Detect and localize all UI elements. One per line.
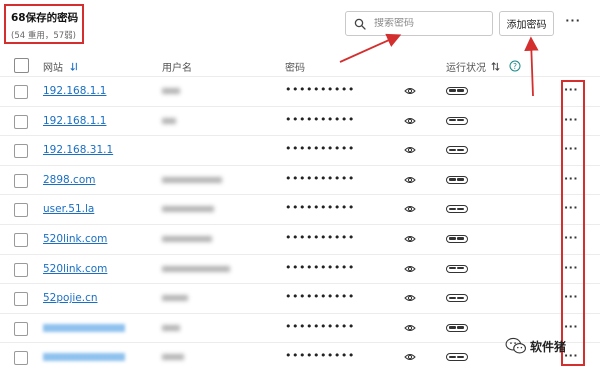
row-checkbox[interactable]	[14, 203, 28, 218]
site-link[interactable]: user.51.la	[43, 203, 94, 215]
eye-icon[interactable]	[404, 145, 416, 155]
health-status-icon	[446, 294, 468, 303]
health-status-icon	[446, 353, 468, 362]
column-label-password: 密码	[285, 62, 305, 74]
health-status-icon	[446, 205, 468, 214]
table-row[interactable]: user.51.la •••••••••• ···	[0, 194, 600, 224]
row-checkbox[interactable]	[14, 321, 28, 336]
column-header-username: 用户名	[162, 56, 192, 76]
wechat-icon	[505, 337, 526, 354]
blurred-username	[162, 117, 176, 124]
column-header-status[interactable]: 运行状况 ?	[446, 56, 521, 76]
eye-icon[interactable]	[404, 293, 416, 303]
row-checkbox[interactable]	[14, 144, 28, 159]
blurred-username	[162, 206, 214, 213]
row-checkbox[interactable]	[14, 351, 28, 366]
site-link[interactable]: 192.168.1.1	[43, 115, 106, 127]
health-status-icon	[446, 264, 468, 273]
help-icon[interactable]: ?	[509, 60, 521, 72]
site-link[interactable]: 520link.com	[43, 263, 107, 275]
row-checkbox[interactable]	[14, 262, 28, 277]
page-title: 68保存的密码	[11, 12, 79, 24]
eye-icon[interactable]	[404, 234, 416, 244]
page-subtitle: (54 重用，57弱)	[11, 31, 76, 41]
watermark-text: 软件猪	[530, 339, 567, 354]
eye-icon[interactable]	[404, 86, 416, 96]
title-annotation-box: 68保存的密码 (54 重用，57弱)	[4, 4, 84, 44]
site-link[interactable]: 520link.com	[43, 233, 107, 245]
table-row[interactable]: 192.168.31.1 •••••••••• ···	[0, 135, 600, 165]
select-all-checkbox[interactable]	[14, 58, 29, 73]
blurred-username	[162, 265, 230, 272]
column-label-username: 用户名	[162, 62, 192, 74]
eye-icon[interactable]	[404, 204, 416, 214]
health-status-icon	[446, 146, 468, 155]
masked-password: ••••••••••	[285, 83, 355, 96]
page-header: 68保存的密码 (54 重用，57弱) 添加密码 ···	[0, 0, 600, 50]
masked-password: ••••••••••	[285, 171, 355, 185]
search-icon	[354, 18, 366, 30]
health-status-icon	[446, 323, 468, 332]
masked-password: ••••••••••	[285, 290, 355, 304]
eye-icon[interactable]	[404, 116, 416, 126]
eye-icon[interactable]	[404, 352, 416, 362]
row-checkbox[interactable]	[14, 114, 28, 129]
masked-password: ••••••••••	[285, 142, 355, 156]
health-status-icon	[446, 234, 468, 243]
eye-icon[interactable]	[404, 264, 416, 274]
blurred-username	[162, 295, 188, 302]
health-status-icon	[446, 116, 468, 125]
eye-icon[interactable]	[404, 323, 416, 333]
table-row[interactable]: 520link.com •••••••••• ···	[0, 253, 600, 284]
sort-icon[interactable]	[69, 61, 80, 72]
site-link[interactable]: 2898.com	[43, 174, 96, 186]
search-box[interactable]	[345, 11, 493, 36]
column-header-site[interactable]: 网站	[43, 56, 80, 76]
eye-icon[interactable]	[404, 175, 416, 185]
blurred-site-link[interactable]	[43, 353, 125, 362]
row-checkbox[interactable]	[14, 173, 28, 188]
table-row[interactable]: 192.168.1.1 •••••••••• ···	[0, 105, 600, 136]
watermark: 软件猪	[505, 337, 566, 355]
table-row[interactable]: 2898.com •••••••••• ···	[0, 164, 600, 195]
add-password-button[interactable]: 添加密码	[499, 11, 554, 36]
svg-text:?: ?	[513, 62, 517, 71]
blurred-username	[162, 354, 184, 361]
masked-password: ••••••••••	[285, 349, 355, 363]
row-checkbox[interactable]	[14, 232, 28, 247]
more-options-button[interactable]: ···	[562, 14, 584, 32]
masked-password: ••••••••••	[285, 112, 355, 126]
health-status-icon	[446, 87, 468, 95]
row-checkbox[interactable]	[14, 292, 28, 307]
row-checkbox[interactable]	[14, 85, 28, 99]
search-input[interactable]	[374, 18, 484, 29]
site-link[interactable]: 192.168.31.1	[43, 144, 113, 156]
table-row[interactable]: 52pojie.cn •••••••••• ···	[0, 283, 600, 313]
site-link[interactable]: 52pojie.cn	[43, 292, 98, 304]
column-label-status: 运行状况	[446, 62, 486, 74]
table-row[interactable]: 520link.com •••••••••• ···	[0, 223, 600, 254]
table-row[interactable]: 192.168.1.1 •••••••••• ···	[0, 76, 600, 106]
masked-password: ••••••••••	[285, 201, 355, 215]
health-status-icon	[446, 175, 468, 184]
masked-password: ••••••••••	[285, 319, 355, 333]
sort-arrows-icon[interactable]	[490, 61, 501, 72]
blurred-username	[162, 235, 212, 242]
site-link[interactable]: 192.168.1.1	[43, 85, 106, 97]
masked-password: ••••••••••	[285, 260, 355, 274]
blurred-username	[162, 176, 222, 183]
password-table: 192.168.1.1 •••••••••• ··· 192.168.1.1 •••••…	[0, 76, 600, 372]
blurred-username	[162, 324, 180, 331]
masked-password: ••••••••••	[285, 230, 355, 244]
blurred-site-link[interactable]	[43, 323, 125, 332]
column-header-password: 密码	[285, 56, 305, 76]
column-label-site: 网站	[43, 62, 63, 74]
more-column-annotation-box	[561, 80, 585, 366]
blurred-username	[162, 88, 180, 94]
